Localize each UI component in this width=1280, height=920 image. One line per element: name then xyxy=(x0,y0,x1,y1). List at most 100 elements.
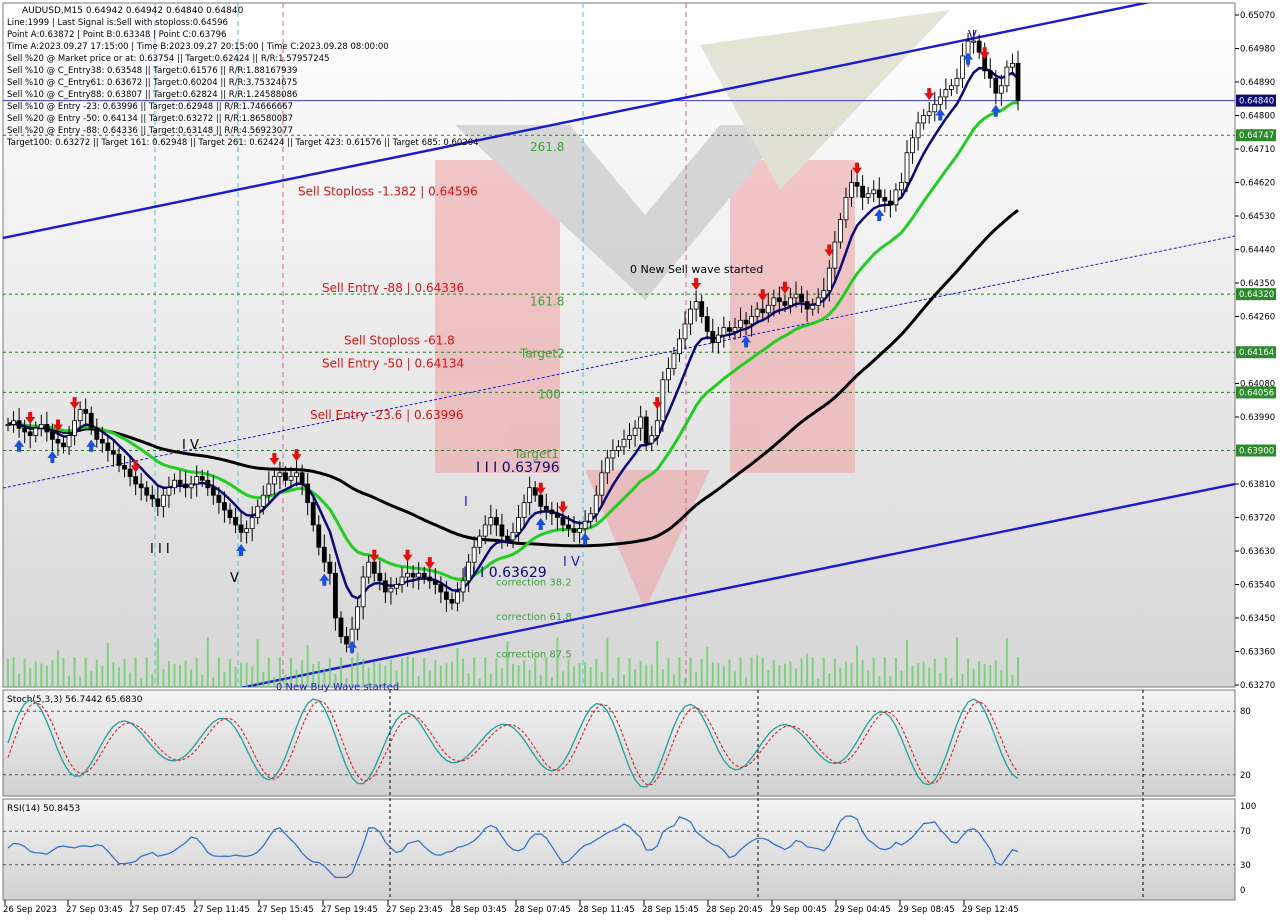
sell-level-label: Sell Stoploss -1.382 | 0.64596 xyxy=(298,184,478,198)
volume-bar xyxy=(811,657,814,687)
candle-body xyxy=(876,189,882,198)
candle-body xyxy=(688,308,693,325)
volume-bar xyxy=(894,657,897,687)
candle-body xyxy=(177,479,183,485)
volume-bar xyxy=(645,664,648,687)
volume-bar xyxy=(23,658,26,687)
volume-bar xyxy=(462,658,465,687)
candle-body xyxy=(244,528,250,533)
volume-bar xyxy=(506,641,509,687)
volume-bar xyxy=(217,657,220,687)
volume-bar xyxy=(117,667,120,687)
volume-bar xyxy=(717,662,720,687)
volume-bar xyxy=(739,657,742,687)
candle-body xyxy=(172,479,177,489)
info-line: Sell %20 @ Entry -88: 0.64336 || Target:… xyxy=(7,126,293,136)
candle-body xyxy=(610,450,616,459)
volume-bar xyxy=(134,657,137,687)
volume-bar xyxy=(450,661,453,687)
time-axis: 26 Sep 2023 27 Sep 03:45 27 Sep 07:45 27 Se… xyxy=(3,900,1019,915)
volume-bar xyxy=(251,666,254,687)
candle-body xyxy=(721,327,727,336)
volume-bar xyxy=(145,657,148,687)
candle-body xyxy=(854,182,860,187)
candle-body xyxy=(266,483,272,496)
candle-body xyxy=(194,476,200,485)
volume-bar xyxy=(34,661,37,687)
volume-bar xyxy=(806,653,809,687)
candle-body xyxy=(843,196,849,221)
volume-bar xyxy=(228,659,231,687)
rsi-pane[interactable] xyxy=(2,798,1236,901)
candle-body xyxy=(421,572,427,578)
rsi-level-label: 30 xyxy=(1240,861,1251,871)
candle-body xyxy=(527,487,533,504)
candle-body xyxy=(149,494,155,500)
info-line: Line:1999 | Last Signal is:Sell with sto… xyxy=(7,18,228,28)
candle-body xyxy=(238,524,244,533)
volume-bar xyxy=(68,675,71,687)
volume-bar xyxy=(406,656,409,687)
candle-body xyxy=(66,435,72,448)
candle-body xyxy=(776,297,782,303)
candle-body xyxy=(1004,66,1010,87)
price-tick-label: 0.64980 xyxy=(1240,45,1275,55)
volume-bar xyxy=(944,657,947,687)
candle-body xyxy=(155,498,161,507)
candle-body xyxy=(260,494,266,507)
fib-level-label: 161.8 xyxy=(530,295,564,309)
volume-bar xyxy=(56,650,59,687)
volume-bar xyxy=(484,657,487,687)
volume-bar xyxy=(844,661,847,687)
candle-body xyxy=(621,438,627,448)
candle-body xyxy=(371,561,377,574)
candle-body xyxy=(649,435,655,444)
volume-bar xyxy=(634,669,637,687)
volume-bar xyxy=(7,659,9,687)
stoch-pane[interactable] xyxy=(2,689,1236,797)
candle-body xyxy=(505,535,510,541)
candle-body xyxy=(937,96,943,105)
candle-body xyxy=(882,196,888,202)
volume-bar xyxy=(767,669,770,687)
volume-bar xyxy=(878,676,881,687)
candle-body xyxy=(327,561,333,574)
volume-bar xyxy=(428,670,431,687)
candle-body xyxy=(893,189,899,206)
candle-body xyxy=(660,379,666,422)
candle-body xyxy=(271,476,277,485)
new-buy-wave-label: 0 New Buy Wave started xyxy=(276,682,399,693)
candle-body xyxy=(105,442,111,451)
volume-bar xyxy=(206,637,209,687)
candle-body xyxy=(760,308,766,314)
volume-bar xyxy=(40,663,43,687)
candle-body xyxy=(83,409,89,414)
volume-bar xyxy=(672,674,675,687)
volume-bar xyxy=(95,659,98,687)
candle-body xyxy=(693,301,699,310)
volume-bar xyxy=(911,665,914,687)
candle-body xyxy=(543,505,549,511)
price-tick-label: 0.64800 xyxy=(1240,112,1275,122)
time-tick-label: 27 Sep 03:45 xyxy=(66,905,123,915)
volume-bar xyxy=(983,664,986,687)
volume-bar xyxy=(667,658,670,687)
sell-level-label: Sell Entry -50 | 0.64134 xyxy=(322,356,464,370)
candle-body xyxy=(943,89,949,98)
volume-bar xyxy=(933,658,936,687)
volume-bar xyxy=(478,678,481,687)
volume-bar xyxy=(839,667,842,687)
candle-body xyxy=(632,427,638,437)
candle-body xyxy=(138,483,144,489)
volume-bar xyxy=(473,657,476,687)
volume-bar xyxy=(190,669,193,687)
symbol-line: AUDUSD,M15 0.64942 0.64942 0.64840 0.648… xyxy=(22,6,244,16)
time-tick-label: 29 Sep 00:45 xyxy=(770,905,827,915)
candle-body xyxy=(510,531,516,541)
volume-bar xyxy=(528,670,531,687)
volume-bar xyxy=(733,671,736,687)
volume-bar xyxy=(456,647,459,687)
candle-body xyxy=(88,412,94,429)
wave-label-iv: I V xyxy=(563,555,580,570)
volume-bar xyxy=(90,671,93,687)
